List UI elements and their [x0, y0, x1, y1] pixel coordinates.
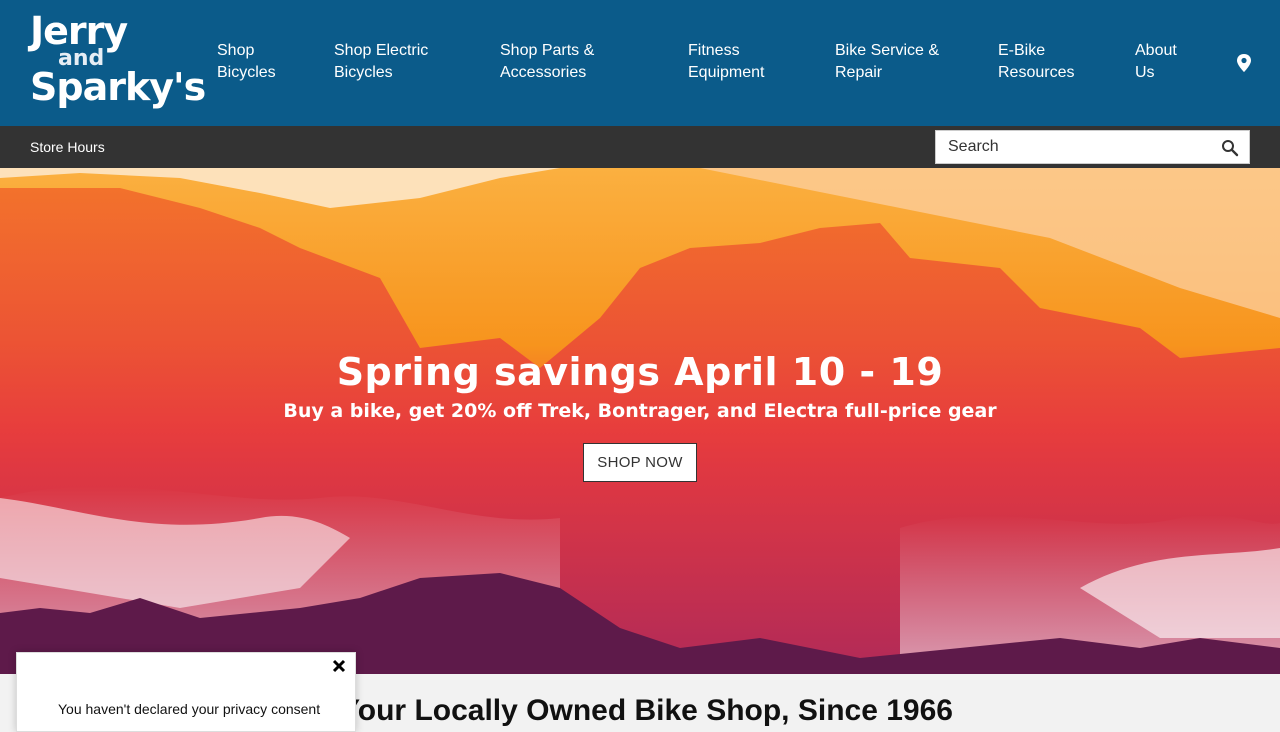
privacy-consent-popup: You haven't declared your privacy consen… — [16, 652, 356, 732]
nav-about-us[interactable]: About Us — [1135, 40, 1177, 84]
search-input[interactable] — [936, 131, 1216, 163]
store-hours-link[interactable]: Store Hours — [30, 139, 105, 155]
close-icon[interactable] — [331, 659, 347, 675]
shop-now-button[interactable]: SHOP NOW — [583, 443, 697, 482]
hero-banner: Spring savings April 10 - 19 Buy a bike,… — [0, 168, 1280, 674]
search-icon[interactable] — [1221, 139, 1239, 157]
nav-label-line2: Bicycles — [334, 64, 393, 81]
nav-label-line2: Equipment — [688, 64, 765, 81]
nav-label-line1: About — [1135, 42, 1177, 59]
logo-line-1: Jerry — [30, 9, 128, 53]
nav-label-line1: Fitness — [688, 42, 740, 59]
hero-subtitle: Buy a bike, get 20% off Trek, Bontrager,… — [283, 400, 997, 422]
nav-label-line2: Bicycles — [217, 64, 276, 81]
nav-shop-parts-accessories[interactable]: Shop Parts & Accessories — [500, 40, 594, 84]
utility-bar: Store Hours — [0, 126, 1280, 168]
logo-line-3: Sparky's — [30, 65, 206, 109]
nav-fitness-equipment[interactable]: Fitness Equipment — [688, 40, 765, 84]
nav-ebike-resources[interactable]: E-Bike Resources — [998, 40, 1074, 84]
nav-bike-service-repair[interactable]: Bike Service & Repair — [835, 40, 939, 84]
nav-label-line2: Repair — [835, 64, 883, 81]
nav-shop-electric-bicycles[interactable]: Shop Electric Bicycles — [334, 40, 428, 84]
nav-label-line1: Shop — [217, 42, 255, 59]
search-box — [935, 130, 1250, 164]
site-header: Jerry and Sparky's Shop Bicycles Shop El… — [0, 0, 1280, 126]
hero-title: Spring savings April 10 - 19 — [336, 350, 944, 394]
nav-label-line1: Shop Parts & — [500, 42, 595, 59]
nav-label-line2: Resources — [998, 64, 1075, 81]
map-pin-icon[interactable] — [1236, 54, 1252, 72]
consent-message: You haven't declared your privacy consen… — [58, 701, 321, 717]
nav-label-line1: Bike Service & — [835, 42, 940, 59]
site-logo[interactable]: Jerry and Sparky's — [30, 9, 206, 112]
nav-label-line1: Shop Electric — [334, 42, 429, 59]
page-tagline: Your Locally Owned Bike Shop, Since 1966 — [340, 694, 953, 727]
nav-shop-bicycles[interactable]: Shop Bicycles — [217, 40, 276, 84]
nav-label-line2: Accessories — [500, 64, 587, 81]
nav-label-line2: Us — [1135, 64, 1155, 81]
nav-label-line1: E-Bike — [998, 42, 1046, 59]
